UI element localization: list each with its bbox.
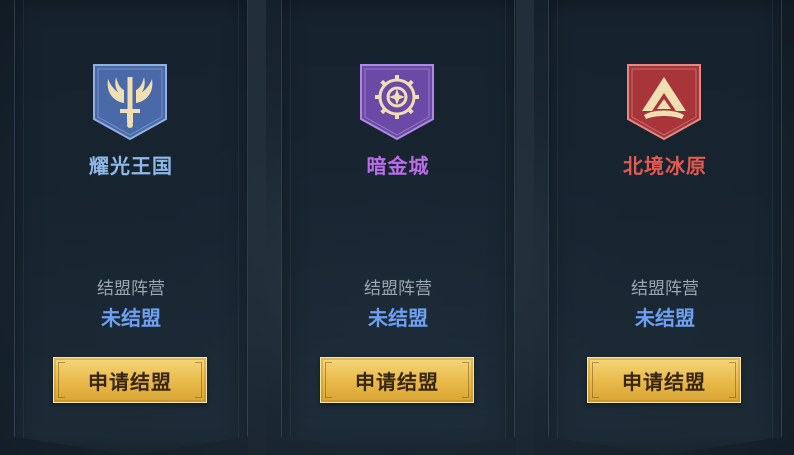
alliance-label: 结盟阵营 <box>97 279 165 299</box>
compass-gear-icon <box>357 63 437 141</box>
faction-card-0: 耀光王国 结盟阵营 未结盟 申请结盟 <box>14 0 248 455</box>
faction-name: 北境冰原 <box>623 154 707 178</box>
mountain-peak-icon <box>624 63 704 141</box>
background-pillar <box>516 0 534 455</box>
alliance-status: 未结盟 <box>635 306 695 330</box>
apply-alliance-button[interactable]: 申请结盟 <box>587 357 741 403</box>
faction-card-1: 暗金城 结盟阵营 未结盟 申请结盟 <box>281 0 515 455</box>
alliance-status: 未结盟 <box>101 306 161 330</box>
alliance-label: 结盟阵营 <box>364 279 432 299</box>
faction-name: 耀光王国 <box>89 154 173 178</box>
alliance-status: 未结盟 <box>368 306 428 330</box>
background-pillar <box>248 0 266 455</box>
apply-alliance-button[interactable]: 申请结盟 <box>320 357 474 403</box>
faction-name: 暗金城 <box>366 154 430 178</box>
faction-card-2: 北境冰原 结盟阵营 未结盟 申请结盟 <box>548 0 782 455</box>
winged-sword-icon <box>90 63 170 141</box>
apply-alliance-button[interactable]: 申请结盟 <box>53 357 207 403</box>
alliance-label: 结盟阵营 <box>631 279 699 299</box>
